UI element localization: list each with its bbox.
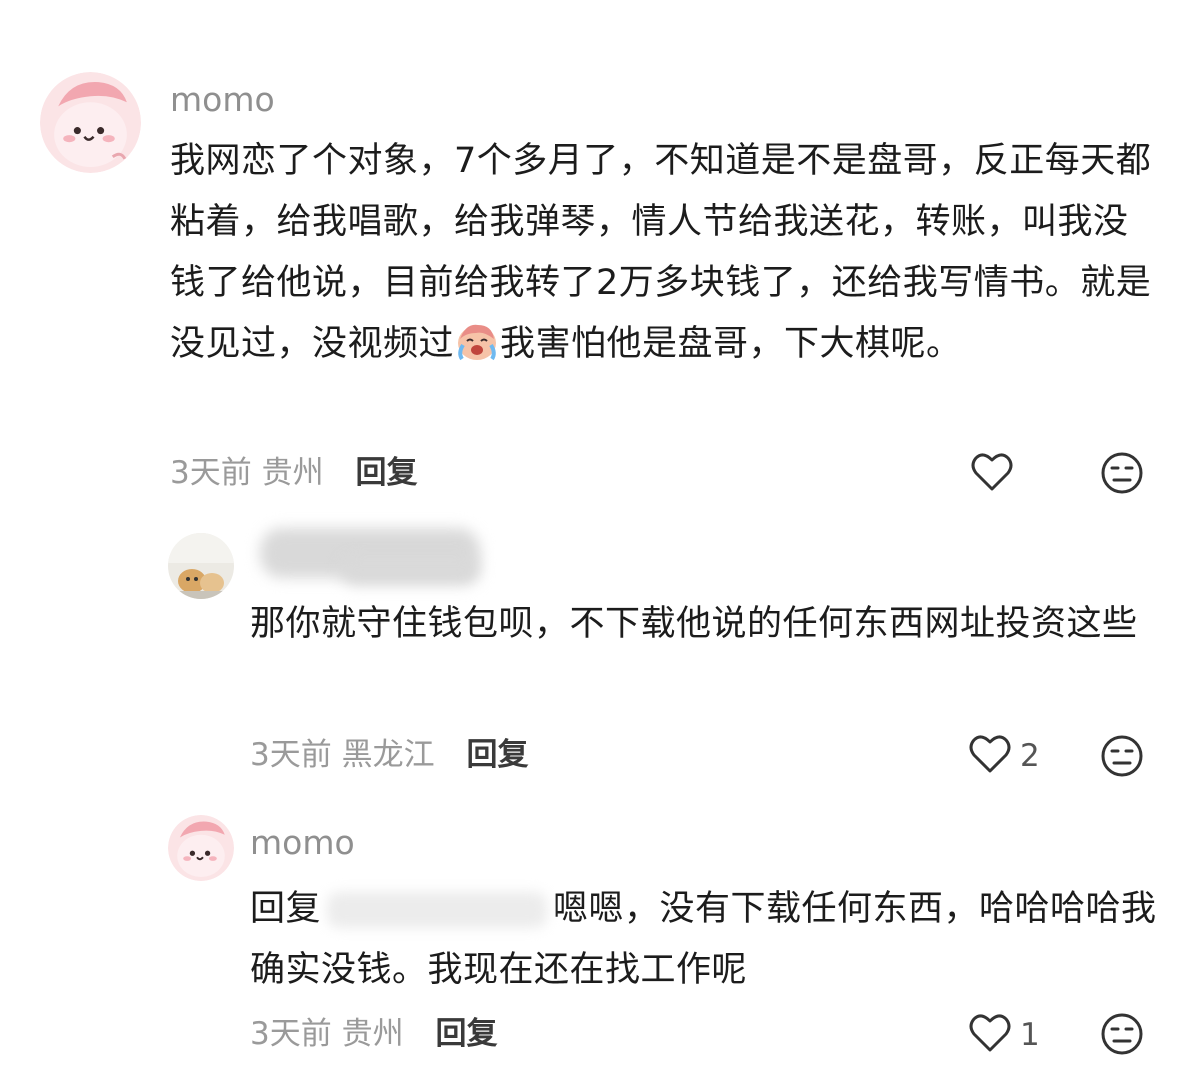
avatar[interactable] (40, 72, 141, 173)
dislike-button[interactable] (1100, 734, 1144, 782)
comment-text: 回复 嗯嗯，没有下载任何东西，哈哈哈哈我确实没钱。我现在还在找工作呢 (250, 879, 1160, 1001)
like-count: 2 (1020, 738, 1040, 774)
username-redacted (340, 555, 480, 585)
meh-face-icon (1100, 1013, 1144, 1060)
comment-meta: 3天前 贵州 回复 (170, 453, 417, 493)
reply-prefix: 回复 (250, 889, 322, 929)
timestamp: 3天前 (170, 455, 252, 491)
like-count: 1 (1020, 1017, 1040, 1053)
location: 贵州 (341, 1016, 404, 1052)
username[interactable]: momo (250, 823, 355, 863)
heart-outline-icon (970, 451, 1014, 497)
heart-outline-icon (968, 733, 1012, 779)
comment-meta: 3天前 贵州 回复 (250, 1014, 497, 1054)
timestamp: 3天前 (250, 737, 332, 773)
reply-button[interactable]: 回复 (435, 1016, 497, 1052)
avatar[interactable] (168, 815, 234, 881)
comment-text: 我网恋了个对象，7个多月了，不知道是不是盘哥，反正每天都粘着，给我唱歌，给我弹琴… (170, 131, 1160, 381)
reply-button[interactable]: 回复 (466, 737, 528, 773)
mention-redacted[interactable] (327, 892, 548, 928)
location: 黑龙江 (341, 737, 435, 773)
like-button[interactable] (970, 451, 1022, 497)
dislike-button[interactable] (1100, 1012, 1144, 1060)
heart-outline-icon (968, 1012, 1012, 1058)
comment-text: 那你就守住钱包呗，不下载他说的任何东西网址投资这些 (250, 604, 1138, 644)
username[interactable]: momo (170, 80, 275, 120)
like-button[interactable]: 1 (968, 1012, 1040, 1058)
dislike-button[interactable] (1100, 451, 1144, 499)
avatar[interactable] (168, 533, 234, 599)
location: 贵州 (261, 455, 324, 491)
comment-text-part: 我害怕他是盘哥，下大棋呢。 (500, 324, 962, 364)
reply-button[interactable]: 回复 (355, 455, 417, 491)
comment-meta: 3天前 黑龙江 回复 (250, 735, 528, 775)
meh-face-icon (1100, 452, 1144, 499)
meh-face-icon (1100, 735, 1144, 782)
timestamp: 3天前 (250, 1016, 332, 1052)
like-button[interactable]: 2 (968, 733, 1040, 779)
crying-face-icon (454, 320, 500, 381)
